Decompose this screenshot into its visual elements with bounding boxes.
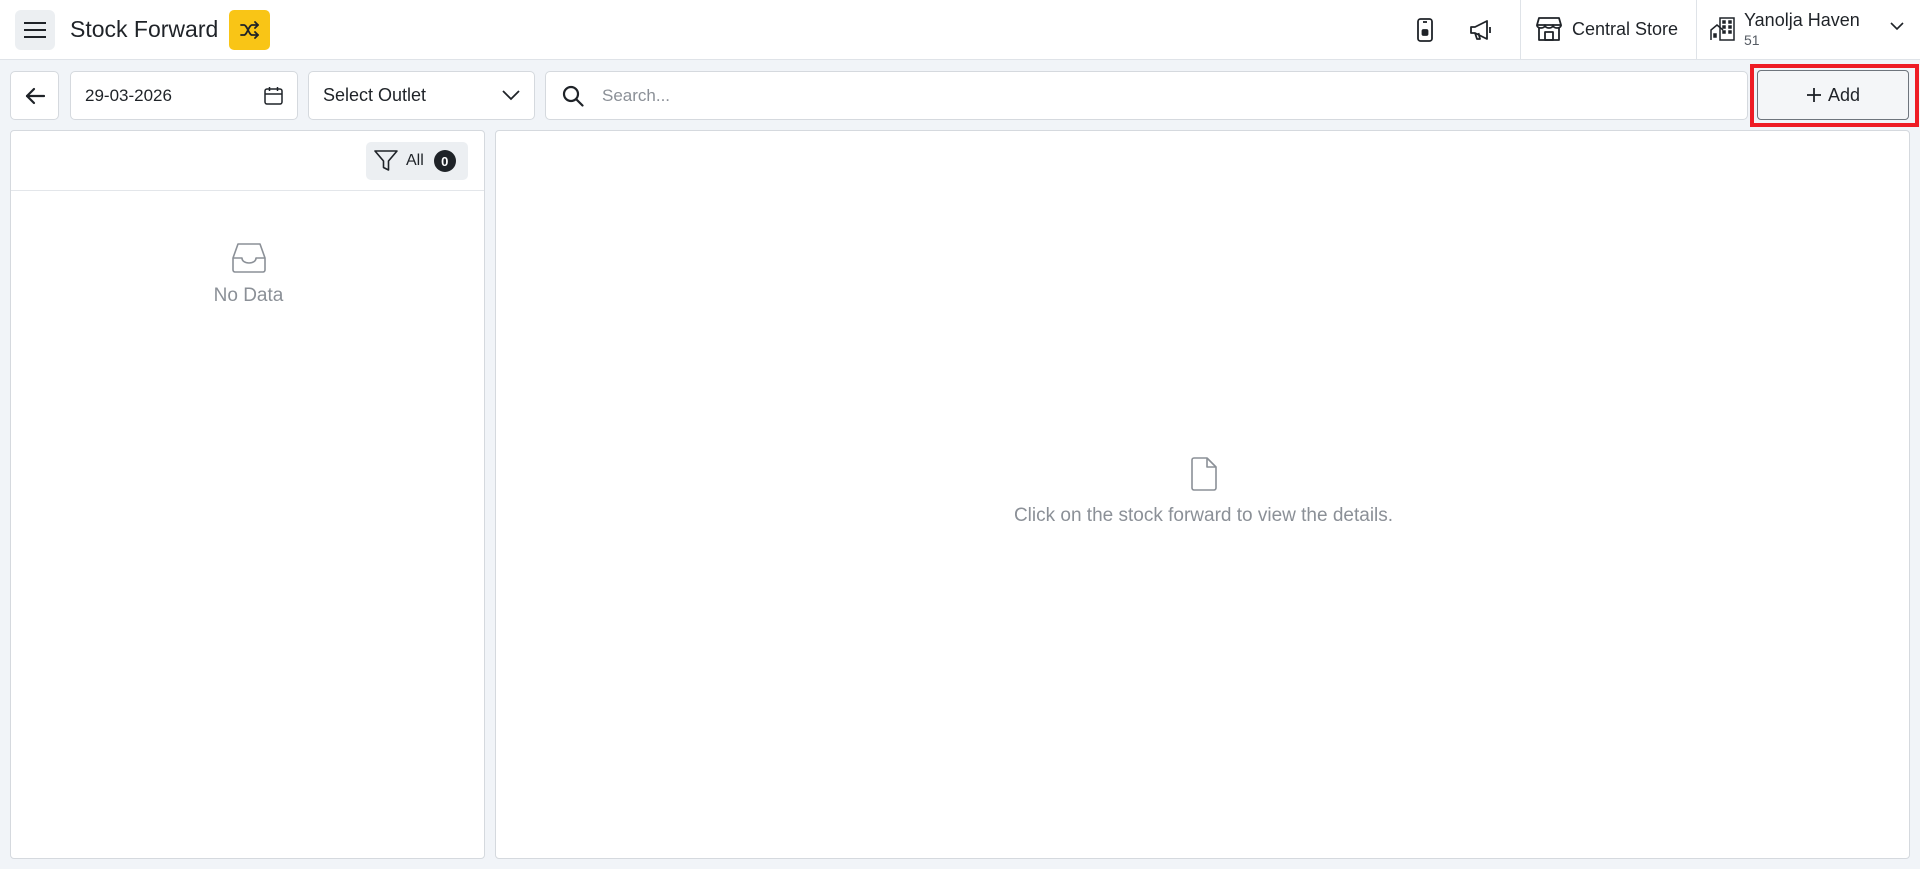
detail-hint-text: Click on the stock forward to view the d… — [1013, 505, 1394, 526]
property-name: Yanolja Haven — [1744, 10, 1860, 30]
shuffle-icon — [239, 21, 259, 39]
chevron-down-icon — [502, 90, 520, 101]
filter-count-badge: 0 — [433, 150, 456, 172]
calendar-icon[interactable] — [264, 86, 283, 105]
property-selector[interactable]: Yanolja Haven 51 — [1710, 9, 1860, 49]
inbox-icon — [231, 243, 266, 273]
search-bar — [545, 71, 1748, 120]
stock-forward-list-panel: All 0 No Data — [10, 130, 485, 859]
mobile-device-button[interactable] — [1409, 14, 1441, 46]
search-icon — [562, 85, 584, 107]
header-divider — [1520, 0, 1521, 60]
storefront-icon — [1536, 17, 1562, 41]
store-selector[interactable]: Central Store — [1536, 17, 1678, 41]
list-empty-state: No Data — [11, 243, 486, 307]
property-code: 51 — [1744, 32, 1760, 48]
filter-button[interactable]: All 0 — [366, 142, 468, 180]
shuffle-button[interactable] — [229, 10, 270, 50]
arrow-left-icon — [25, 87, 45, 104]
outlet-select-value: Select Outlet — [323, 85, 427, 105]
filter-icon — [374, 150, 398, 171]
mobile-device-icon — [1417, 18, 1433, 42]
menu-button[interactable] — [15, 10, 55, 50]
chevron-down-icon[interactable] — [1890, 21, 1904, 31]
add-button[interactable]: Add — [1757, 70, 1909, 120]
date-picker[interactable]: 29-03-2026 — [70, 71, 298, 120]
hamburger-menu-icon — [24, 22, 46, 38]
page-title: Stock Forward — [70, 16, 219, 42]
search-input[interactable] — [602, 85, 1702, 106]
back-button[interactable] — [10, 71, 59, 120]
store-label: Central Store — [1572, 18, 1679, 39]
document-icon — [1190, 457, 1217, 491]
property-info: Yanolja Haven 51 — [1744, 9, 1860, 49]
stock-forward-detail-panel: Click on the stock forward to view the d… — [495, 130, 1910, 859]
date-value: 29-03-2026 — [85, 85, 172, 105]
outlet-select[interactable]: Select Outlet — [308, 71, 535, 120]
building-icon — [1710, 17, 1735, 41]
app-header: Stock Forward Central Store Yanolja Have… — [0, 0, 1920, 60]
filter-label: All — [406, 152, 424, 169]
announcements-button[interactable] — [1465, 14, 1497, 46]
list-panel-header: All 0 — [11, 131, 484, 191]
detail-empty-state: Click on the stock forward to view the d… — [496, 457, 1911, 527]
header-divider — [1696, 0, 1697, 60]
add-button-label: Add — [1827, 84, 1861, 105]
megaphone-icon — [1470, 20, 1491, 40]
plus-icon — [1806, 88, 1821, 102]
no-data-text: No Data — [213, 285, 284, 306]
